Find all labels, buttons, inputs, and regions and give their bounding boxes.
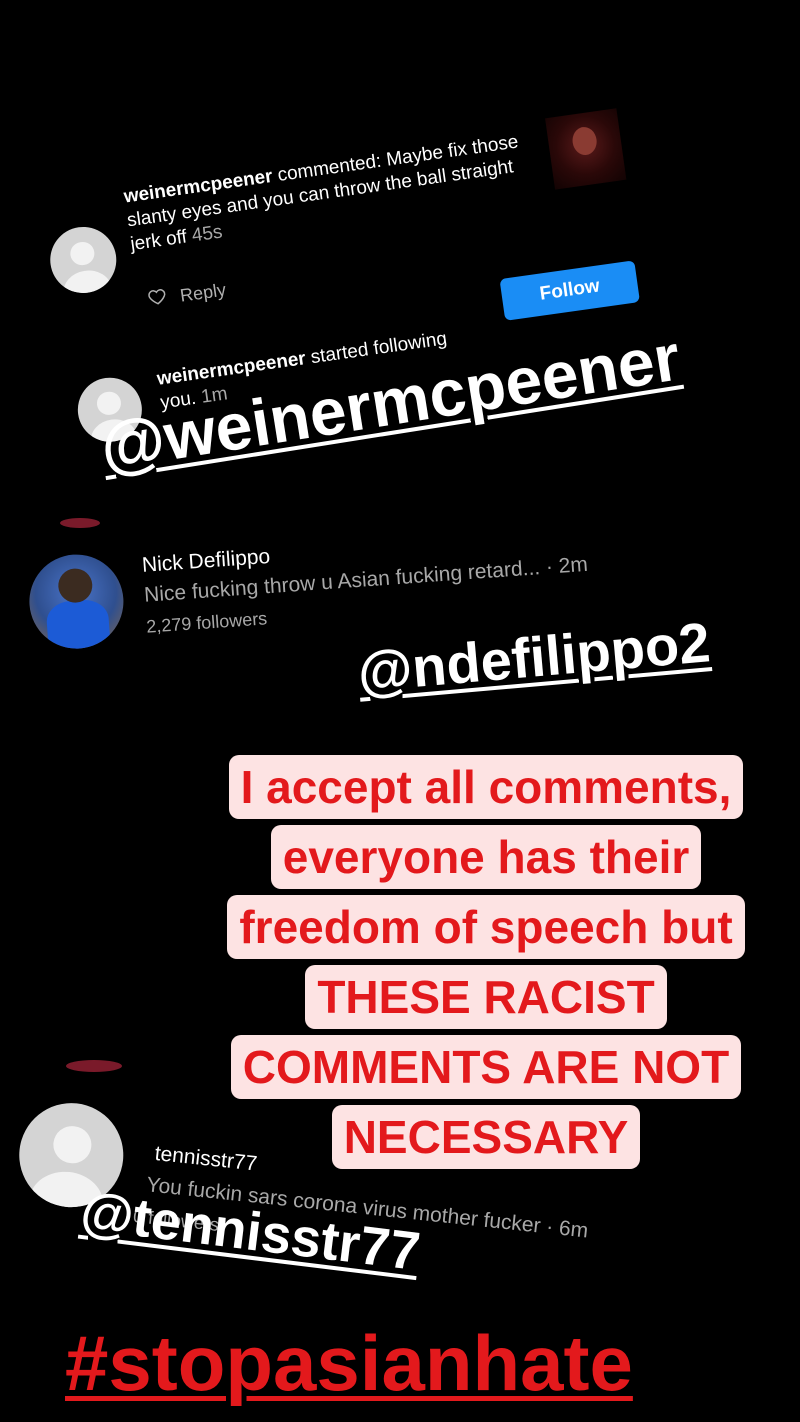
avatar-head	[51, 1124, 93, 1166]
avatar[interactable]	[46, 222, 121, 298]
photo-head	[57, 567, 94, 604]
profile-photo[interactable]	[26, 551, 127, 652]
caption-line: COMMENTS ARE NOT	[230, 1035, 742, 1099]
hashtag-sticker[interactable]: #stopasianhate	[65, 1318, 633, 1409]
caption-line: I accept all comments,	[228, 755, 744, 819]
timestamp: · 2m	[539, 552, 589, 580]
timestamp: 45s	[190, 221, 224, 247]
caption-line: everyone has their	[270, 825, 702, 889]
caption-text-box: I accept all comments, everyone has thei…	[180, 752, 792, 1172]
comment-notification-text: weinermcpeener commented: Maybe fix thos…	[122, 127, 548, 257]
thumbnail-face	[570, 125, 599, 157]
timestamp: · 6m	[539, 1214, 590, 1243]
sender-name: tennisstr77	[153, 1141, 259, 1176]
sender-name: Nick Defilippo	[141, 544, 271, 577]
post-thumbnail[interactable]	[545, 108, 627, 190]
caption-line: THESE RACIST	[305, 965, 667, 1029]
follow-button[interactable]: Follow	[499, 260, 641, 321]
decorative-streak	[60, 518, 100, 528]
decorative-streak	[66, 1060, 122, 1072]
avatar-head	[68, 240, 96, 267]
caption-line: freedom of speech but	[227, 895, 745, 959]
photo-shirt	[45, 598, 111, 652]
follower-count: 2,279 followers	[145, 608, 268, 637]
